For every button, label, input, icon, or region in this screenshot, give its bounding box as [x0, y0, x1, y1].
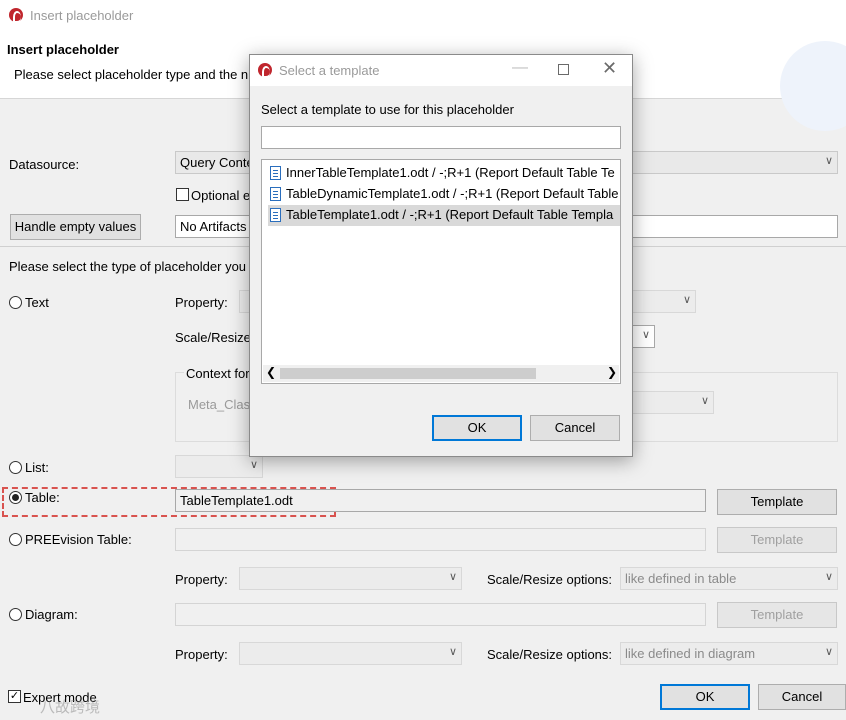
optional-label: Optional e — [191, 188, 251, 203]
list-select[interactable]: ∨ — [175, 455, 263, 478]
maximize-icon[interactable] — [558, 64, 569, 75]
template-list[interactable]: InnerTableTemplate1.odt / -;R+1 (Report … — [261, 159, 621, 384]
context-group-label: Context for — [184, 366, 252, 381]
table-scale-value: like defined in table — [625, 571, 737, 586]
preevision-option-label: PREEvision Table: — [25, 532, 132, 547]
table-option-label: Table: — [25, 490, 60, 505]
watermark: 八故跨境 — [40, 699, 101, 716]
list-option-label: List: — [25, 460, 49, 475]
table-template-button[interactable]: Template — [717, 489, 837, 515]
preevision-template-button[interactable]: Template — [717, 527, 837, 553]
main-window-title: Insert placeholder — [30, 8, 134, 23]
diagram-scale-label: Scale/Resize options: — [487, 647, 613, 662]
chevron-down-icon: ∨ — [448, 646, 457, 658]
diagram-scale-value: like defined in diagram — [625, 646, 756, 661]
table-scale-select[interactable]: like defined in table ∨ — [620, 567, 838, 590]
diagram-template-field[interactable] — [175, 603, 706, 626]
chevron-down-icon: ∨ — [682, 294, 691, 306]
scrollbar-thumb[interactable] — [280, 368, 536, 379]
list-item[interactable]: InnerTableTemplate1.odt / -;R+1 (Report … — [268, 163, 620, 184]
diagram-template-button[interactable]: Template — [717, 602, 837, 628]
diagram-property-label: Property: — [175, 647, 228, 662]
chevron-right-icon[interactable]: ❯ — [607, 365, 617, 379]
expert-mode-checkbox[interactable]: ✓ — [8, 690, 21, 703]
chevron-down-icon: ∨ — [249, 459, 258, 471]
header-decoration — [780, 41, 846, 131]
template-name: TableDynamicTemplate1.odt / -;R+1 (Repor… — [286, 186, 619, 201]
template-filter-input[interactable] — [261, 126, 621, 149]
table-template-field[interactable]: TableTemplate1.odt — [175, 489, 706, 512]
table-property-select[interactable]: ∨ — [239, 567, 462, 590]
header-title: Insert placeholder — [7, 42, 119, 57]
context-value: Meta_Class — [188, 397, 257, 412]
diagram-option-label: Diagram: — [25, 607, 78, 622]
horizontal-scrollbar[interactable]: ❮ ❯ — [263, 365, 619, 382]
chevron-down-icon: ∨ — [824, 646, 833, 658]
document-icon — [270, 187, 281, 201]
text-scale-label: Scale/Resize — [175, 330, 251, 345]
chevron-down-icon: ∨ — [824, 571, 833, 583]
preevision-template-field[interactable] — [175, 528, 706, 551]
chevron-down-icon: ∨ — [641, 329, 650, 341]
table-property-label: Property: — [175, 572, 228, 587]
dialog-ok-button[interactable]: OK — [432, 415, 522, 441]
table-template-value: TableTemplate1.odt — [180, 493, 293, 508]
template-name: TableTemplate1.odt / -;R+1 (Report Defau… — [286, 207, 614, 222]
diagram-property-select[interactable]: ∨ — [239, 642, 462, 665]
select-template-dialog: Select a template — ✕ Select a template … — [249, 54, 633, 457]
list-item[interactable]: TableDynamicTemplate1.odt / -;R+1 (Repor… — [268, 184, 620, 205]
optional-checkbox[interactable] — [176, 188, 189, 201]
table-radio[interactable] — [9, 491, 22, 504]
type-prompt: Please select the type of placeholder yo… — [9, 259, 247, 274]
ok-button[interactable]: OK — [660, 684, 750, 710]
chevron-down-icon: ∨ — [824, 155, 833, 167]
app-logo-icon — [9, 8, 23, 23]
text-property-label: Property: — [175, 295, 228, 310]
text-radio[interactable] — [9, 296, 22, 309]
dialog-prompt: Select a template to use for this placeh… — [261, 102, 514, 117]
chevron-left-icon[interactable]: ❮ — [266, 365, 276, 379]
document-icon — [270, 208, 281, 222]
chevron-down-icon: ∨ — [700, 395, 709, 407]
template-name: InnerTableTemplate1.odt / -;R+1 (Report … — [286, 165, 615, 180]
document-icon — [270, 166, 281, 180]
dialog-cancel-button[interactable]: Cancel — [530, 415, 620, 441]
minimize-icon[interactable]: — — [512, 59, 528, 77]
app-logo-icon — [258, 63, 272, 78]
datasource-label: Datasource: — [9, 157, 80, 172]
dialog-titlebar: Select a template — ✕ — [250, 55, 632, 86]
diagram-scale-select[interactable]: like defined in diagram ∨ — [620, 642, 838, 665]
text-option-label: Text — [25, 295, 49, 310]
list-item-selected[interactable]: TableTemplate1.odt / -;R+1 (Report Defau… — [268, 205, 620, 226]
datasource-value: Query Conte — [180, 155, 254, 170]
handle-empty-values-button[interactable]: Handle empty values — [10, 214, 141, 240]
header-subtitle: Please select placeholder type and the n — [14, 67, 249, 82]
main-titlebar: Insert placeholder — [0, 0, 846, 31]
list-radio[interactable] — [9, 461, 22, 474]
cancel-button[interactable]: Cancel — [758, 684, 846, 710]
table-scale-label: Scale/Resize options: — [487, 572, 613, 587]
diagram-radio[interactable] — [9, 608, 22, 621]
chevron-down-icon: ∨ — [448, 571, 457, 583]
preevision-radio[interactable] — [9, 533, 22, 546]
dialog-title: Select a template — [279, 63, 380, 78]
close-icon[interactable]: ✕ — [602, 58, 617, 79]
